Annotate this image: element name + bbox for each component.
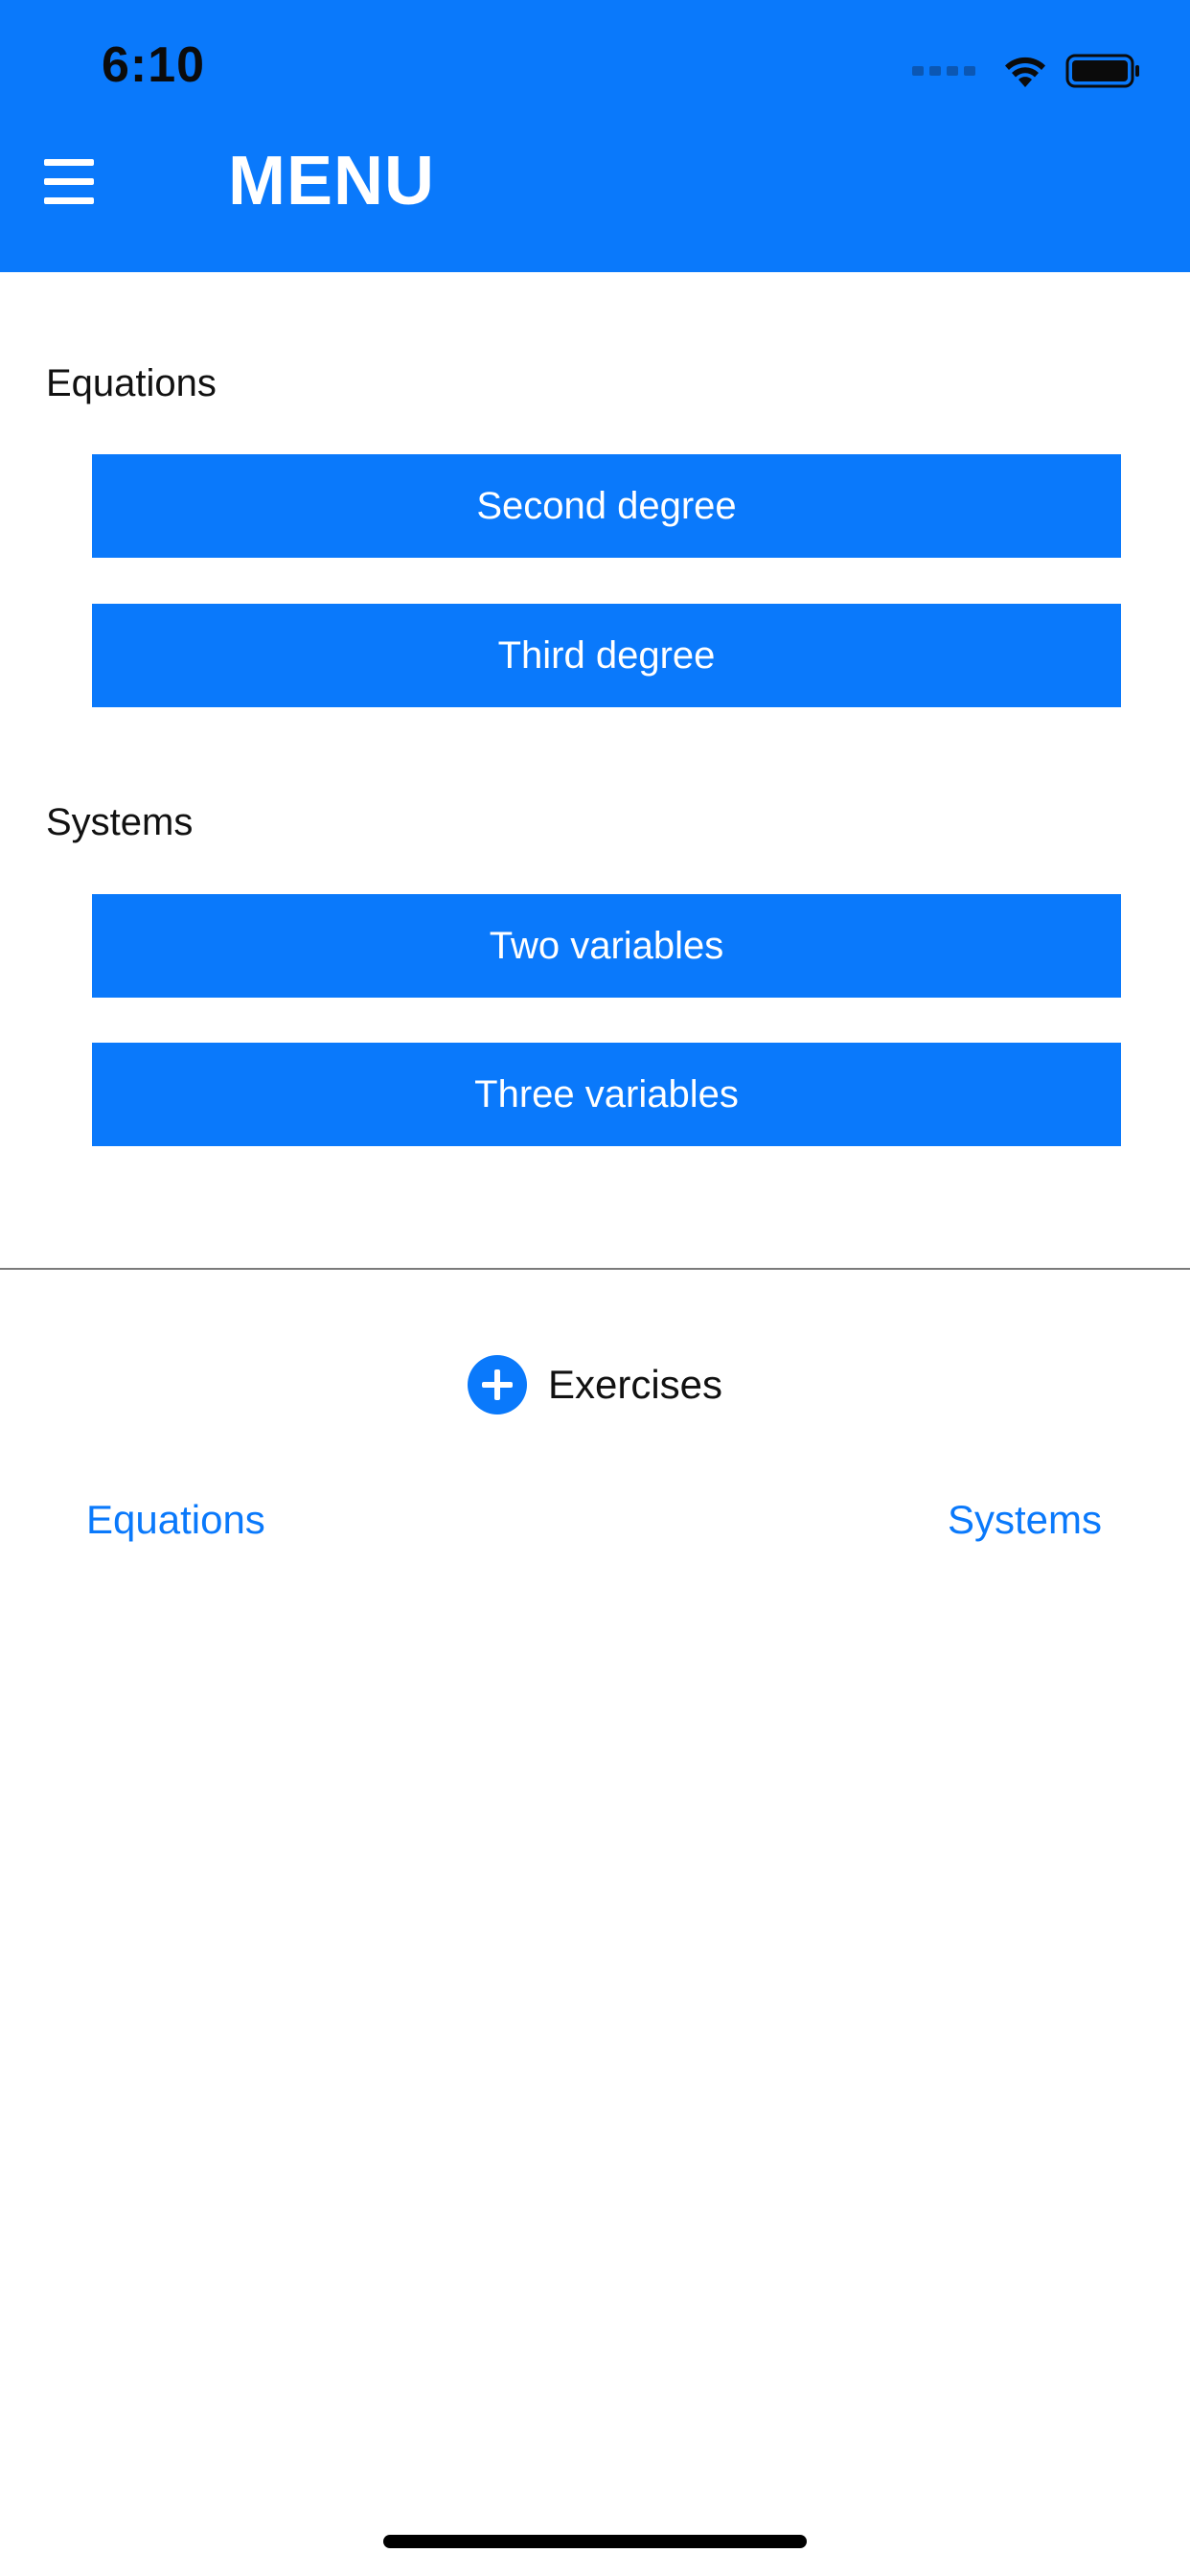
home-indicator[interactable] xyxy=(383,2535,807,2548)
cellular-signal-icon xyxy=(912,66,975,76)
battery-icon xyxy=(1065,54,1139,88)
plus-circle-icon[interactable] xyxy=(467,1355,527,1414)
second-degree-button[interactable]: Second degree xyxy=(92,454,1121,558)
app-header: 6:10 MENU xyxy=(0,0,1190,272)
status-time: 6:10 xyxy=(102,37,206,93)
equations-section-label: Equations xyxy=(46,362,217,404)
exercises-label: Exercises xyxy=(547,1362,723,1407)
status-icons xyxy=(912,48,1142,94)
third-degree-button[interactable]: Third degree xyxy=(92,604,1121,707)
three-variables-button[interactable]: Three variables xyxy=(92,1043,1121,1146)
hamburger-menu-icon[interactable] xyxy=(44,159,94,209)
exercises-toggle[interactable]: Exercises xyxy=(0,1355,1190,1414)
equations-link[interactable]: Equations xyxy=(86,1497,265,1543)
wifi-icon xyxy=(1005,57,1045,87)
systems-section-label: Systems xyxy=(46,801,194,843)
section-divider xyxy=(0,1268,1190,1270)
page-title: MENU xyxy=(228,143,435,219)
systems-link[interactable]: Systems xyxy=(948,1497,1102,1543)
two-variables-button[interactable]: Two variables xyxy=(92,894,1121,998)
